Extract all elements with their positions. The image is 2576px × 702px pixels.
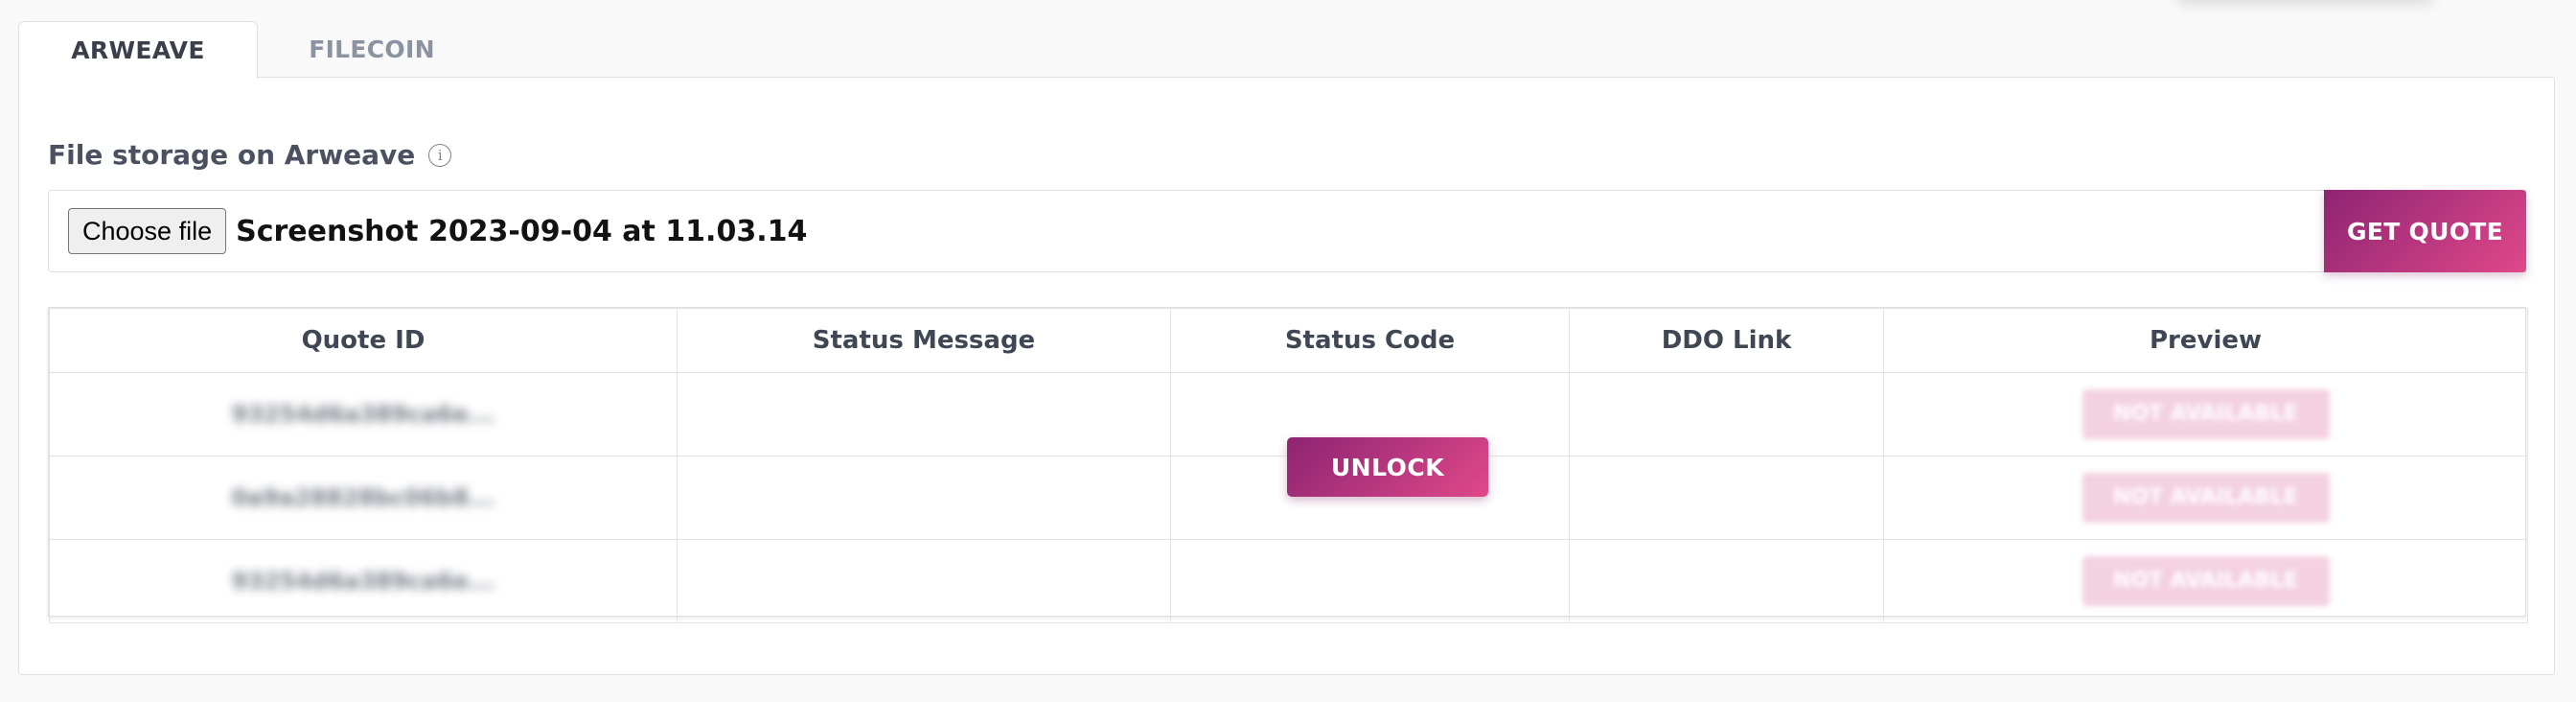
header-status-code: Status Code [1170,308,1570,373]
storage-label-row: File storage on Arweave i [48,139,452,171]
tab-filecoin[interactable]: FILECOIN [258,21,486,77]
table-row: 93254d6a389ca6e... NOT AVAILABLE [49,539,2528,623]
preview-cell: NOT AVAILABLE [1883,372,2528,456]
quote-id-cell: 93254d6a389ca6e... [49,539,678,623]
quote-id: 0a9a28828bc06b8... [231,484,495,511]
quote-id: 93254d6a389ca6e... [231,568,495,595]
header-preview: Preview [1883,308,2528,373]
ddo-link-cell [1569,539,1884,623]
selected-file-name: Screenshot 2023-09-04 at 11.03.14 [236,214,808,248]
preview-cell: NOT AVAILABLE [1883,539,2528,623]
preview-cell: NOT AVAILABLE [1883,456,2528,540]
quote-id: 93254d6a389ca6e... [231,401,495,428]
tab-arweave[interactable]: ARWEAVE [18,21,258,79]
unlock-button[interactable]: UNLOCK [1287,437,1488,497]
quote-id-cell: 93254d6a389ca6e... [49,372,678,456]
header-quote-id: Quote ID [49,308,678,373]
get-quote-button[interactable]: GET QUOTE [2324,190,2526,272]
status-code-cell [1170,539,1570,623]
header-status-message: Status Message [677,308,1171,373]
ddo-link-cell [1569,456,1884,540]
status-message-cell [677,372,1171,456]
preview-button[interactable]: NOT AVAILABLE [2082,389,2330,439]
status-message-cell [677,456,1171,540]
header-ddo-link: DDO Link [1569,308,1884,373]
file-input-field[interactable]: Choose file Screenshot 2023-09-04 at 11.… [48,190,2526,272]
preview-button[interactable]: NOT AVAILABLE [2082,556,2330,606]
info-icon[interactable]: i [428,143,452,167]
storage-tabs: ARWEAVE FILECOIN [18,21,486,79]
table-header-row: Quote ID Status Message Status Code DDO … [49,308,2528,373]
storage-label: File storage on Arweave [48,139,416,171]
quote-id-cell: 0a9a28828bc06b8... [49,456,678,540]
status-message-cell [677,539,1171,623]
preview-button[interactable]: NOT AVAILABLE [2082,473,2330,523]
choose-file-button[interactable]: Choose file [68,208,227,254]
ddo-link-cell [1569,372,1884,456]
